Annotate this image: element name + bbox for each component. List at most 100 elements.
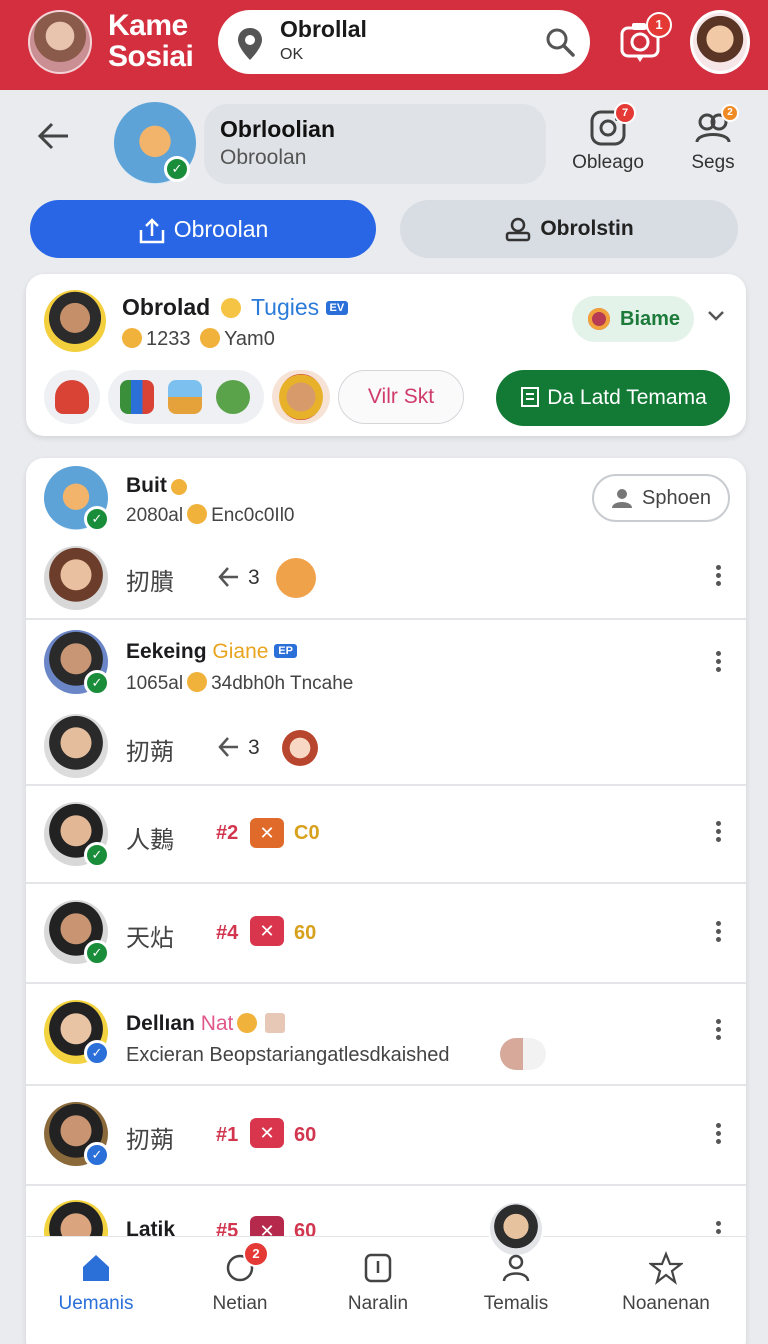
brand-line-2: Sosiai (108, 40, 194, 73)
profile-icon (502, 1254, 530, 1282)
building-sticker-icon (120, 380, 154, 414)
avatar[interactable]: ✓ (44, 1102, 110, 1168)
reply-icon (218, 567, 238, 587)
featured-avatar[interactable] (44, 290, 106, 352)
more-options-icon[interactable] (710, 918, 726, 948)
biame-pill[interactable]: Biame (572, 296, 694, 342)
flower-icon (588, 308, 610, 330)
face-sticker-icon (279, 374, 323, 420)
list-item[interactable]: ✓ 天炶 #4 ✕ 60 (26, 884, 746, 984)
featured-tag: Tugies (250, 294, 320, 320)
nav-temalis[interactable]: Temalis (446, 1251, 586, 1315)
app-brand: Kame Sosiai (108, 10, 194, 73)
top-bar: Kame Sosiai Obrollal OK 1 (0, 0, 768, 90)
list-item[interactable]: ✓ 扨蒴 #1 ✕ 60 (26, 1086, 746, 1186)
chat-subtitle: Obroolan (220, 146, 307, 169)
profile-avatar[interactable] (690, 10, 750, 74)
row-sub-text: 34dbh0h Tncahe (211, 673, 354, 694)
segs-label: Segs (691, 152, 735, 173)
more-options-icon[interactable] (710, 1120, 726, 1150)
user-avatar[interactable] (28, 10, 92, 74)
list-item[interactable]: ✓ Dellıan Nat Excieran Beopstariangatles… (26, 984, 746, 1086)
more-options-icon[interactable] (710, 1016, 726, 1046)
chevron-down-icon[interactable] (706, 306, 726, 326)
avatar[interactable]: ✓ (44, 900, 110, 966)
nav-naralin[interactable]: Naralin (308, 1251, 448, 1315)
rank-label: #2 (216, 822, 239, 844)
avatar[interactable] (44, 714, 108, 778)
primary-action-button[interactable]: Da Latd Temama (496, 370, 730, 426)
chat-title: Obrloolian (220, 116, 335, 142)
nav-profile-avatar[interactable] (488, 1201, 544, 1257)
search-subtitle: OK (280, 46, 304, 63)
list-item[interactable]: 扨蒴 3 (26, 708, 746, 786)
rank-label: #1 (216, 1124, 239, 1146)
sphoen-button[interactable]: Sphoen (592, 474, 730, 522)
more-options-icon[interactable] (710, 562, 726, 592)
list-item[interactable]: ✓ Buit 2080al Enc0c0Il0 Sphoen (26, 458, 746, 538)
sticker-chip-2[interactable] (108, 370, 264, 424)
back-arrow-icon[interactable] (36, 118, 72, 154)
chat-title-pill[interactable]: Obrloolian Obroolan (204, 104, 546, 184)
sticker-chip-1[interactable] (44, 370, 100, 424)
tab-obrolstin[interactable]: Obrolstin (400, 200, 738, 258)
list-item[interactable]: ✓ 人鶈 #2 ✕ C0 (26, 786, 746, 884)
face-emoji-icon (265, 1013, 286, 1033)
avatar[interactable]: ✓ (44, 802, 110, 868)
obleago-label: Obleago (572, 152, 644, 173)
chat-list: ✓ Buit 2080al Enc0c0Il0 Sphoen 扨膭 3 ✓ Eek… (26, 458, 746, 1344)
cat-emoji-icon (187, 672, 208, 692)
header-action-segs[interactable]: 2 Segs (668, 104, 758, 174)
nav-netian[interactable]: 2 Netian (170, 1241, 310, 1315)
sticker-chip-3[interactable] (272, 370, 330, 424)
featured-meta-label: Yam0 (224, 328, 275, 350)
star-icon (649, 1251, 683, 1285)
segs-badge: 2 (721, 104, 739, 122)
row-sub: Excieran Beopstariangatlesdkaished (126, 1044, 450, 1066)
avatar[interactable]: ✓ (44, 466, 110, 532)
mascot-sticker-icon (55, 380, 89, 414)
camera-button[interactable]: 1 (620, 12, 672, 64)
featured-name: Obrolad Tugies EV (122, 294, 349, 321)
nav-naralin-label: Naralin (347, 1293, 409, 1314)
medal-icon (170, 479, 187, 495)
more-options-icon[interactable] (710, 648, 726, 678)
row-sub-text: Enc0c0Il0 (211, 505, 295, 526)
obleago-badge: 7 (614, 102, 636, 124)
home-icon (83, 1255, 109, 1281)
character-sticker-icon (282, 730, 318, 766)
vlt-chip[interactable]: Vilr Skt (338, 370, 464, 424)
nav-home[interactable]: Uemanis (26, 1251, 166, 1315)
verified-icon: ✓ (84, 1040, 110, 1066)
tab-obroolan[interactable]: Obroolan (30, 200, 376, 258)
nav-netian-label: Netian (212, 1293, 268, 1314)
score: C0 (294, 822, 320, 844)
row-name: Buit (126, 474, 191, 498)
rank-badge-icon: ✕ (250, 818, 284, 848)
avatar[interactable]: ✓ (44, 1000, 110, 1066)
score: 60 (294, 1124, 317, 1146)
more-options-icon[interactable] (710, 818, 726, 848)
avatar[interactable] (44, 546, 108, 610)
featured-meta: 1233 Yam0 (122, 328, 275, 351)
upload-icon (139, 218, 164, 244)
document-icon (521, 387, 540, 407)
header-action-obleago[interactable]: 7 Obleago (563, 102, 653, 174)
nav-noanenan[interactable]: Noanenan (596, 1251, 736, 1315)
biame-label: Biame (620, 308, 681, 330)
reply-icon (218, 737, 238, 757)
picture-sticker-icon (168, 380, 202, 414)
circle-icon: 2 (223, 1241, 269, 1285)
search-icon[interactable] (544, 26, 576, 58)
tab-obroolan-label: Obroolan (173, 216, 269, 242)
group-avatar[interactable]: ✓ (114, 102, 196, 184)
ev-badge: EV (325, 301, 349, 315)
search-bar[interactable]: Obrollal OK (218, 10, 590, 74)
emoji-icon (220, 298, 241, 318)
row-text: 人鶈 (126, 827, 174, 854)
avatar[interactable]: ✓ (44, 630, 110, 696)
netian-badge: 2 (243, 1241, 269, 1267)
list-item[interactable]: ✓ Eekeing Giane EP 1065al 34dbh0h Tncahe (26, 620, 746, 708)
list-item[interactable]: 扨膭 3 (26, 538, 746, 620)
cat-emoji-icon (200, 328, 221, 348)
